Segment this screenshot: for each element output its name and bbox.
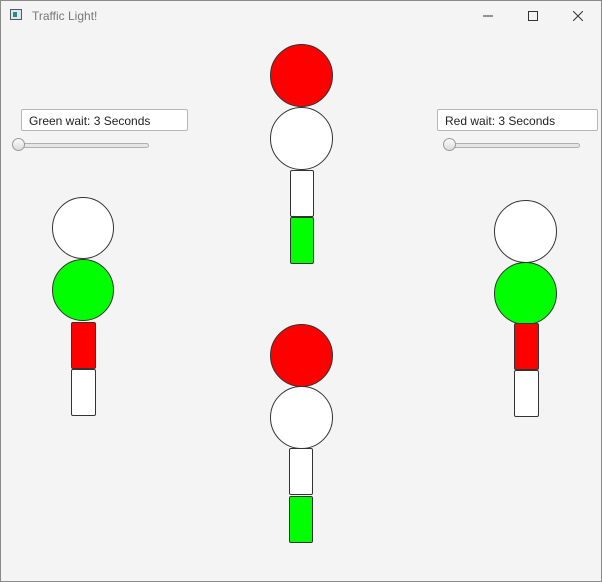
- window-title: Traffic Light!: [32, 9, 98, 23]
- app-window: Traffic Light! Green wait: 3 Seconds Red…: [0, 0, 602, 582]
- top-lamp-3: [290, 170, 314, 217]
- red-wait-field[interactable]: Red wait: 3 Seconds: [437, 109, 598, 131]
- right-lamp-1: [494, 200, 557, 263]
- right-lamp-3: [514, 323, 539, 370]
- title-bar[interactable]: Traffic Light!: [1, 1, 601, 31]
- bottom-lamp-2: [270, 386, 333, 449]
- maximize-button[interactable]: [510, 1, 556, 31]
- slider-thumb[interactable]: [443, 138, 456, 151]
- right-lamp-4: [514, 370, 539, 417]
- left-lamp-4: [71, 369, 96, 416]
- minimize-icon: [483, 15, 493, 17]
- bottom-lamp-4: [289, 496, 313, 543]
- bottom-lamp-1: [270, 324, 333, 387]
- left-lamp-3: [71, 322, 96, 369]
- bottom-lamp-3: [289, 448, 313, 495]
- top-lamp-2: [270, 107, 333, 170]
- close-button[interactable]: [555, 1, 601, 31]
- minimize-button[interactable]: [465, 1, 511, 31]
- slider-track: [15, 143, 149, 148]
- maximize-icon: [528, 11, 538, 21]
- green-wait-slider[interactable]: [12, 138, 149, 152]
- top-lamp-1: [270, 44, 333, 107]
- close-icon: [573, 11, 583, 21]
- left-lamp-2: [52, 259, 114, 321]
- slider-track: [446, 143, 580, 148]
- red-wait-slider[interactable]: [443, 138, 580, 152]
- app-icon: [10, 9, 22, 20]
- slider-thumb[interactable]: [12, 138, 25, 151]
- left-lamp-1: [52, 197, 114, 259]
- green-wait-field[interactable]: Green wait: 3 Seconds: [21, 109, 188, 131]
- right-lamp-2: [494, 262, 557, 325]
- top-lamp-4: [290, 217, 314, 264]
